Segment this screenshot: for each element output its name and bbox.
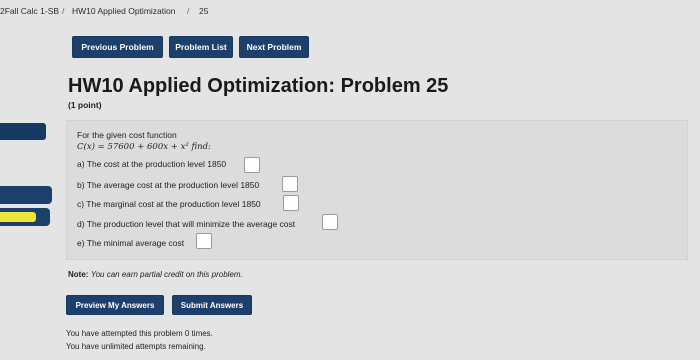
problem-intro: For the given cost function	[77, 130, 177, 140]
part-a-label: a) The cost at the production level 1850	[77, 159, 227, 169]
breadcrumb-problem: 25	[199, 6, 209, 16]
cost-function: C(x) = 57600 + 600x + x² find:	[77, 142, 211, 152]
breadcrumb-course[interactable]: 2Fall Calc 1-SB	[0, 6, 59, 16]
part-e-label: e) The minimal average cost	[77, 238, 185, 248]
answer-input-d[interactable]	[322, 214, 338, 230]
breadcrumb-separator: /	[187, 6, 190, 16]
part-b-label: b) The average cost at the production le…	[77, 180, 260, 190]
points-label: (1 point)	[68, 100, 102, 110]
attempts-count: You have attempted this problem 0 times.	[66, 329, 213, 338]
part-c-label: c) The marginal cost at the production l…	[77, 199, 261, 209]
breadcrumb-set[interactable]: HW10 Applied Optimization	[72, 6, 175, 16]
partial-credit-note: Note: You can earn partial credit on thi…	[68, 270, 243, 279]
attempts-remaining: You have unlimited attempts remaining.	[66, 342, 206, 351]
submit-answers-button[interactable]: Submit Answers	[172, 295, 252, 315]
problem-body: For the given cost function C(x) = 57600…	[66, 120, 688, 260]
answer-actions: Preview My Answers Submit Answers	[66, 295, 252, 315]
breadcrumb: 2Fall Calc 1-SB / HW10 Applied Optimizat…	[0, 6, 700, 24]
problem-navigation: Previous Problem Problem List Next Probl…	[72, 36, 309, 58]
breadcrumb-separator: /	[62, 6, 65, 16]
answer-input-e[interactable]	[196, 233, 212, 249]
attempts-info: You have attempted this problem 0 times.…	[66, 327, 213, 353]
note-label: Note:	[68, 270, 89, 279]
preview-answers-button[interactable]: Preview My Answers	[66, 295, 164, 315]
next-problem-button[interactable]: Next Problem	[239, 36, 309, 58]
progress-fill	[0, 212, 36, 222]
sidebar-active-item[interactable]	[0, 123, 46, 140]
page-title: HW10 Applied Optimization: Problem 25	[68, 75, 449, 97]
answer-input-b[interactable]	[282, 176, 298, 192]
part-d-label: d) The production level that will minimi…	[77, 219, 296, 229]
previous-problem-button[interactable]: Previous Problem	[72, 36, 163, 58]
answer-input-c[interactable]	[283, 195, 299, 211]
note-text: You can earn partial credit on this prob…	[90, 270, 243, 279]
sidebar	[0, 26, 52, 360]
answer-input-a[interactable]	[244, 157, 260, 173]
sidebar-item[interactable]	[0, 186, 52, 204]
problem-list-button[interactable]: Problem List	[169, 36, 233, 58]
